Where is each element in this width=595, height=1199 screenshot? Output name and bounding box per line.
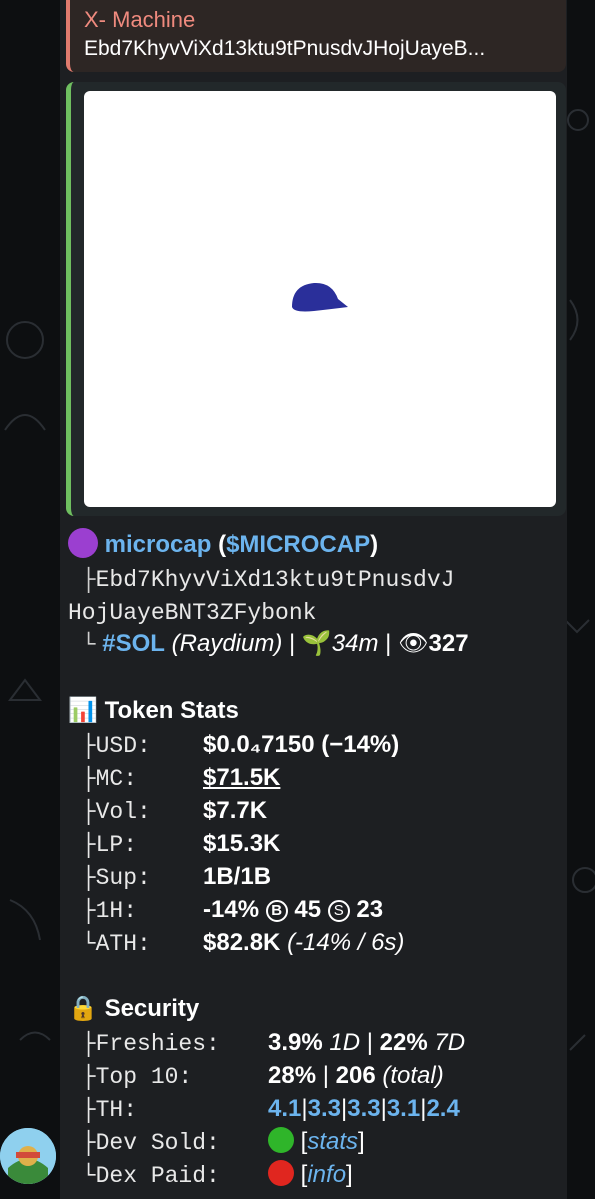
stat-row-mc: ├MC: $71.5K <box>68 761 281 794</box>
stat-row-lp: ├LP: $15.3K <box>68 830 281 858</box>
bar-chart-icon: 📊 <box>68 697 98 724</box>
stat-row-ath: └ATH: $82.8K (-14% / 6s) <box>68 929 405 957</box>
dev-stats-link[interactable]: stats <box>307 1128 358 1155</box>
sells-icon: S <box>327 899 350 922</box>
token-title-line: microcap ($MICROCAP) <box>68 528 378 561</box>
mc-link[interactable]: $71.5K <box>203 761 280 794</box>
th-link-1[interactable]: 4.1 <box>268 1095 301 1122</box>
chain-line: └ #SOL (Raydium) | 🌱34m | 👁327 <box>68 627 469 660</box>
dex-info-link[interactable]: info <box>307 1161 346 1188</box>
security-row-dex-paid: └Dex Paid: [info] <box>68 1160 353 1189</box>
th-link-2[interactable]: 3.3 <box>308 1095 341 1122</box>
sender-avatar[interactable] <box>0 1128 56 1184</box>
th-link-4[interactable]: 3.1 <box>387 1095 420 1122</box>
eye-icon: 👁 <box>398 630 429 657</box>
security-row-th: ├TH: 4.1|3.3|3.3|3.1|2.4 <box>68 1095 460 1123</box>
token-name-link[interactable]: microcap <box>105 531 212 558</box>
lock-icon: 🔒 <box>68 995 98 1022</box>
purple-circle-icon <box>68 528 98 558</box>
stat-row-1h: ├1H: -14% B 45 S 23 <box>68 896 384 924</box>
security-row-dev-sold: ├Dev Sold: [stats] <box>68 1127 365 1156</box>
token-ticker-link[interactable]: $MICROCAP <box>226 531 370 558</box>
buys-icon: B <box>265 899 288 922</box>
red-circle-icon <box>268 1160 294 1186</box>
security-row-freshies: ├Freshies: 3.9% 1D | 22% 7D <box>68 1029 466 1057</box>
seedling-icon: 🌱 <box>301 630 332 657</box>
stats-heading: 📊 Token Stats <box>68 694 239 727</box>
chain-hashtag[interactable]: #SOL <box>102 630 165 657</box>
security-row-top10: ├Top 10: 28% | 206 (total) <box>68 1062 444 1090</box>
stat-row-vol: ├Vol: $7.7K <box>68 797 268 825</box>
avatar-image <box>0 1128 56 1184</box>
dex-name: (Raydium) <box>171 630 283 657</box>
security-heading: 🔒 Security <box>68 992 199 1025</box>
th-link-5[interactable]: 2.4 <box>426 1095 459 1122</box>
green-circle-icon <box>268 1127 294 1153</box>
address-line-1[interactable]: ├Ebd7KhyvViXd13ktu9tPnusdvJ <box>68 562 455 595</box>
reply-text: Ebd7KhyvViXd13ktu9tPnusdvJHojUayeB... <box>84 37 486 60</box>
reply-author: X- Machine <box>84 7 196 32</box>
view-count: 327 <box>428 630 469 657</box>
token-age: 34m <box>331 630 379 657</box>
reply-quote[interactable]: X- Machine Ebd7KhyvViXd13ktu9tPnusdvJHoj… <box>66 0 566 72</box>
link-preview[interactable] <box>66 82 566 516</box>
stat-row-sup: ├Sup: 1B/1B <box>68 863 272 891</box>
preview-image[interactable] <box>84 91 556 507</box>
cap-logo-icon <box>292 282 348 312</box>
th-link-3[interactable]: 3.3 <box>347 1095 380 1122</box>
stat-row-usd: ├USD: $0.0₄7150 (−14%) <box>68 731 400 759</box>
address-line-2[interactable]: HojUayeBNT3ZFybonk <box>68 595 316 628</box>
